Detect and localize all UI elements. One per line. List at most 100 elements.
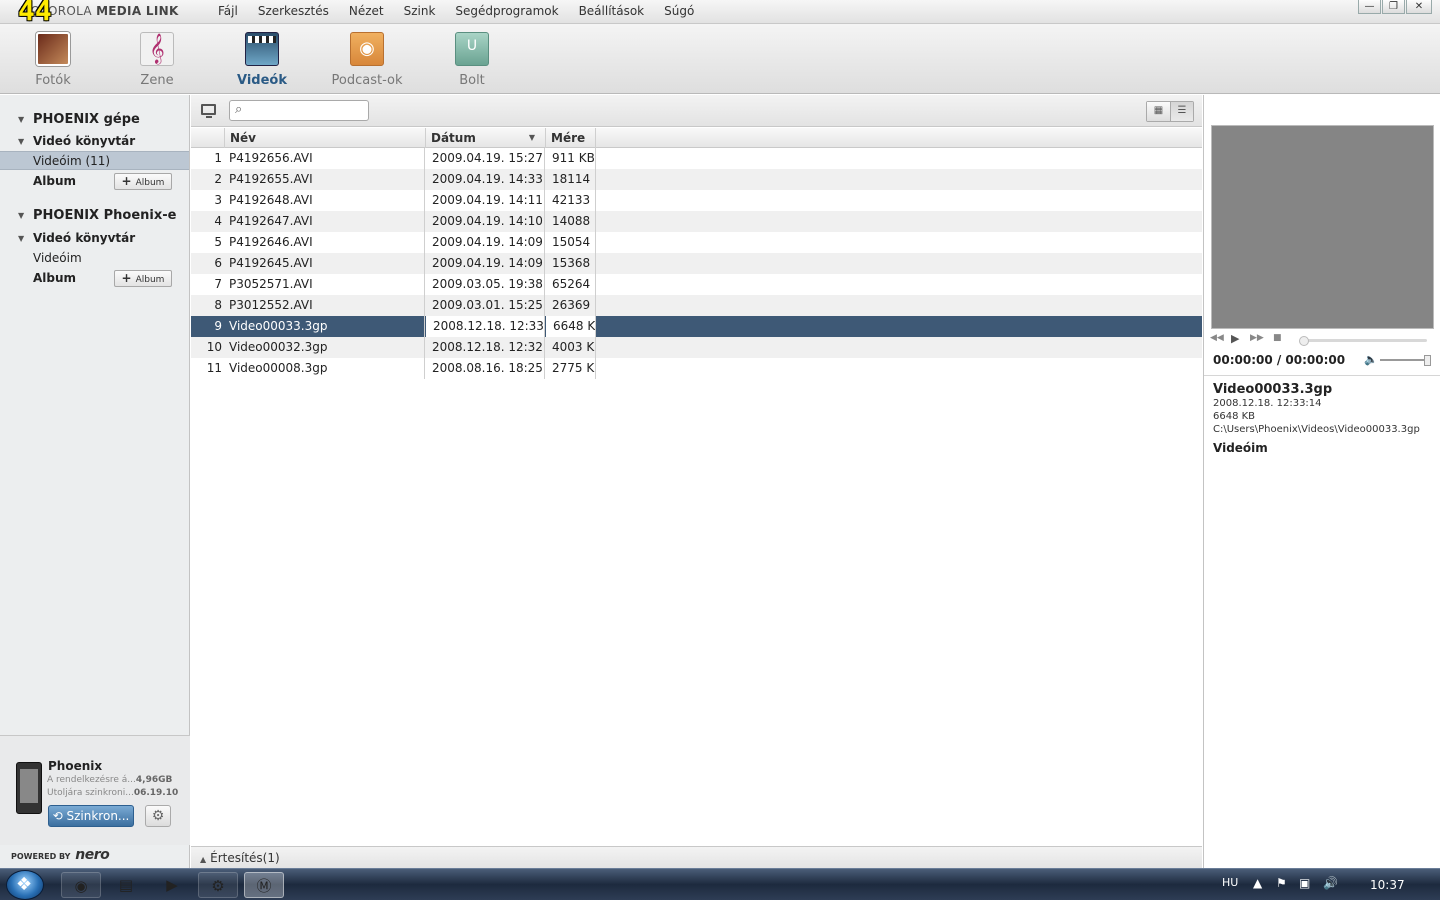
- rewind-icon[interactable]: ◀◀: [1210, 333, 1224, 343]
- videos-icon: [245, 32, 279, 66]
- col-size[interactable]: Mére: [546, 128, 596, 148]
- row-date: 2008.08.16. 18:25:10: [426, 358, 545, 379]
- table-row[interactable]: 5P4192646.AVI2009.04.19. 14:09:3215054: [191, 232, 1202, 253]
- table-row[interactable]: 7P3052571.AVI2009.03.05. 19:38:1765264: [191, 274, 1202, 295]
- add-device-album-button[interactable]: + Album: [114, 270, 172, 287]
- tab-store-label: Bolt: [459, 73, 485, 88]
- row-date: 2009.03.05. 19:38:17: [426, 274, 545, 295]
- row-date: 2009.04.19. 14:09:00: [426, 253, 545, 274]
- table-row[interactable]: 9Video00033.3gp2008.12.18. 12:33:146648 …: [191, 316, 1202, 337]
- row-index: 10: [206, 340, 222, 354]
- media-player-icon[interactable]: ▶: [152, 872, 192, 898]
- menu-tools[interactable]: Segédprogramok: [455, 4, 558, 18]
- seek-slider[interactable]: [1299, 336, 1427, 346]
- phone-icon: [16, 762, 42, 814]
- row-size: 65264: [546, 274, 596, 295]
- volume-icon[interactable]: 🔈: [1364, 353, 1378, 366]
- explorer-icon[interactable]: ▤: [106, 872, 146, 898]
- minimize-button[interactable]: —: [1358, 0, 1381, 14]
- sidebar-item-device-videos[interactable]: Videóim: [0, 249, 189, 268]
- table-row[interactable]: 1P4192656.AVI2009.04.19. 15:27:40911 KB: [191, 148, 1202, 169]
- clock[interactable]: 10:37: [1370, 878, 1405, 892]
- powered-by-nero: POWERED BY nero: [11, 847, 110, 863]
- tab-music[interactable]: 𝄞 Zene: [107, 32, 207, 88]
- add-album-button[interactable]: + Album: [114, 173, 172, 190]
- photos-icon: [36, 32, 70, 66]
- menu-settings[interactable]: Beállítások: [579, 4, 645, 18]
- menu-help[interactable]: Súgó: [664, 4, 694, 18]
- chrome-icon[interactable]: ◉: [61, 872, 101, 898]
- row-date: 2009.03.01. 15:25:34: [426, 295, 545, 316]
- sidebar-item-local-videos[interactable]: Videóim (11): [0, 151, 189, 170]
- video-preview[interactable]: [1211, 125, 1434, 329]
- row-name: P3012552.AVI: [225, 295, 425, 316]
- sync-button[interactable]: ⟲ Szinkron...: [48, 805, 134, 827]
- grid-view-icon[interactable]: ▦: [1147, 102, 1170, 121]
- row-size: 911 KB: [546, 148, 596, 169]
- menu-edit[interactable]: Szerkesztés: [258, 4, 329, 18]
- tree-device-video-library[interactable]: Videó könyvtár: [18, 231, 135, 245]
- stop-icon[interactable]: ■: [1273, 333, 1282, 343]
- table-row[interactable]: 2P4192655.AVI2009.04.19. 14:33:2018114: [191, 169, 1202, 190]
- maximize-button[interactable]: ❐: [1382, 0, 1405, 14]
- table-row[interactable]: 11Video00008.3gp2008.08.16. 18:25:102775…: [191, 358, 1202, 379]
- tree-local-computer[interactable]: PHOENIX gépe: [18, 112, 140, 127]
- row-index: 1: [214, 151, 222, 165]
- language-indicator[interactable]: HU: [1222, 876, 1238, 889]
- search-box[interactable]: ⌕: [229, 100, 369, 121]
- divider: [1204, 375, 1440, 376]
- play-icon[interactable]: ▶: [1231, 332, 1239, 345]
- row-date: 2009.04.19. 14:11:28: [426, 190, 545, 211]
- tab-videos-label: Videók: [237, 73, 287, 88]
- tab-videos[interactable]: Videók: [212, 32, 312, 88]
- menu-view[interactable]: Nézet: [349, 4, 384, 18]
- row-date: 2009.04.19. 14:09:32: [426, 232, 545, 253]
- table-row[interactable]: 10Video00032.3gp2008.12.18. 12:32:524003…: [191, 337, 1202, 358]
- monitor-icon[interactable]: [201, 104, 216, 118]
- action-center-flag-icon[interactable]: ⚑: [1276, 876, 1287, 890]
- row-name: Video00032.3gp: [225, 337, 425, 358]
- row-name: P3052571.AVI: [225, 274, 425, 295]
- sync-icon: ⟲: [52, 809, 67, 823]
- taskbar: ◉ ▤ ▶ ⚙ Ⓜ HU ▲ ⚑ ▣ 🔊 10:37: [0, 868, 1440, 900]
- device-name: Phoenix: [48, 759, 103, 773]
- media-link-icon[interactable]: Ⓜ: [244, 872, 284, 898]
- tab-podcasts-label: Podcast-ok: [331, 73, 403, 88]
- list-view-icon[interactable]: ☰: [1170, 102, 1193, 121]
- volume-slider[interactable]: [1380, 355, 1431, 366]
- video-list-panel: ⌕ ▦ ☰ Név Dátum ▼ Mére 1 P4192656.AVI 2009.…: [191, 95, 1202, 845]
- search-input[interactable]: [250, 103, 364, 118]
- start-button[interactable]: [6, 870, 44, 900]
- tab-photos[interactable]: Fotók: [3, 32, 103, 88]
- video-rows: 1P4192656.AVI2009.04.19. 15:27:40911 KB2…: [191, 148, 1202, 379]
- tree-local-video-library[interactable]: Videó könyvtár: [18, 134, 135, 148]
- table-row[interactable]: 8P3012552.AVI2009.03.01. 15:25:3426369: [191, 295, 1202, 316]
- row-date: 2008.12.18. 12:33:14: [426, 316, 545, 337]
- show-hidden-icons-icon[interactable]: ▲: [1253, 876, 1262, 890]
- fast-forward-icon[interactable]: ▶▶: [1250, 333, 1264, 343]
- detail-size: 6648 KB: [1213, 411, 1256, 422]
- notifications-bar[interactable]: ▲ Értesítés(1): [191, 846, 1202, 868]
- tab-store[interactable]: U Bolt: [422, 32, 522, 88]
- device-settings-button[interactable]: ⚙: [145, 805, 171, 827]
- col-date[interactable]: Dátum ▼: [426, 128, 546, 148]
- menu-bar: Fájl Szerkesztés Nézet Szink Segédprogra…: [208, 4, 704, 18]
- row-index: 6: [214, 256, 222, 270]
- tree-device[interactable]: PHOENIX Phoenix-e: [18, 208, 176, 223]
- detail-name: Video00033.3gp: [1213, 382, 1333, 397]
- speaker-icon[interactable]: 🔊: [1323, 876, 1338, 890]
- row-size: 2775 K: [546, 358, 596, 379]
- row-index: 4: [214, 214, 222, 228]
- menu-file[interactable]: Fájl: [218, 4, 238, 18]
- expand-up-icon: ▲: [200, 855, 207, 864]
- menu-sync[interactable]: Szink: [404, 4, 436, 18]
- network-app-icon[interactable]: ⚙: [198, 872, 238, 898]
- row-date: 2009.04.19. 15:27:40: [426, 148, 545, 169]
- table-row[interactable]: 6P4192645.AVI2009.04.19. 14:09:0015368: [191, 253, 1202, 274]
- tab-podcasts[interactable]: ◉ Podcast-ok: [317, 32, 417, 88]
- table-row[interactable]: 3P4192648.AVI2009.04.19. 14:11:2842133: [191, 190, 1202, 211]
- table-row[interactable]: 4P4192647.AVI2009.04.19. 14:10:1714088: [191, 211, 1202, 232]
- network-icon[interactable]: ▣: [1299, 876, 1310, 890]
- close-button[interactable]: ✕: [1406, 0, 1432, 14]
- col-name[interactable]: Név: [225, 128, 426, 148]
